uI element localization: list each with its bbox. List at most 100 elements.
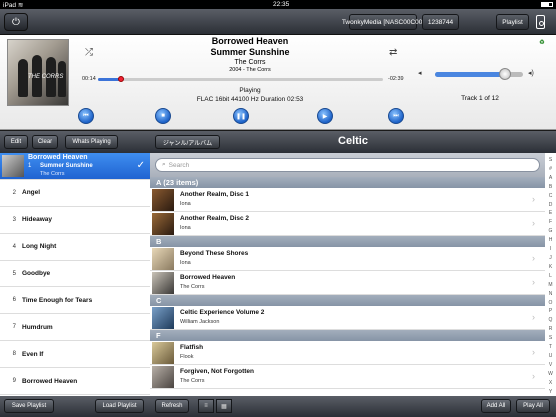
- album-row[interactable]: Borrowed Heaven The Corrs ›: [150, 271, 545, 295]
- browser-header: ジャンル/アルバム Celtic: [150, 131, 556, 153]
- next-button[interactable]: ⏭: [388, 108, 404, 124]
- now-playing-panel: THE CORRS ⤮ Borrowed Heaven Summer Sunsh…: [0, 35, 556, 130]
- section-header: B: [150, 236, 545, 247]
- load-playlist-button[interactable]: Load Playlist: [95, 399, 144, 413]
- index-letter[interactable]: M: [545, 281, 556, 290]
- progress-knob[interactable]: [117, 76, 124, 82]
- playlist-item[interactable]: 2 Angel: [0, 180, 150, 207]
- index-letter[interactable]: C: [545, 192, 556, 201]
- list-view-icon: ≡: [204, 403, 208, 409]
- index-letter[interactable]: S: [545, 334, 556, 343]
- index-letter[interactable]: G: [545, 227, 556, 236]
- album-thumbnail: [152, 272, 174, 294]
- browser-bottom-bar: Refresh ≡ ▦ Add All Play All: [150, 396, 556, 417]
- save-playlist-button[interactable]: Save Playlist: [4, 399, 54, 413]
- album-title: Celtic Experience Volume 2: [180, 309, 265, 316]
- chevron-right-icon: ›: [532, 253, 535, 263]
- track-title: Even If: [22, 350, 44, 358]
- edit-button[interactable]: Edit: [4, 135, 28, 149]
- index-letter[interactable]: R: [545, 325, 556, 334]
- pause-button[interactable]: ❚❚: [233, 108, 249, 124]
- refresh-button[interactable]: Refresh: [155, 399, 189, 413]
- remote-device-icon[interactable]: [536, 15, 545, 29]
- whats-playing-button[interactable]: Whats Playing: [65, 135, 118, 149]
- playlist-toolbar: Edit Clear Whats Playing: [0, 131, 150, 153]
- playlist-item[interactable]: 6 Time Enough for Tears: [0, 287, 150, 315]
- album-title: Beyond These Shores: [180, 250, 249, 257]
- track-number: 9: [12, 378, 16, 385]
- album-row[interactable]: Another Realm, Disc 2 Iona ›: [150, 212, 545, 236]
- album-row[interactable]: Celtic Experience Volume 2 William Jacks…: [150, 306, 545, 330]
- volume-knob[interactable]: [499, 68, 512, 80]
- wifi-icon: ≋: [17, 1, 24, 9]
- playlist-item[interactable]: 9 Borrowed Heaven: [0, 368, 150, 396]
- index-letter[interactable]: V: [545, 361, 556, 370]
- grid-view-button[interactable]: ▦: [216, 399, 232, 413]
- play-all-button[interactable]: Play All: [516, 399, 550, 413]
- playlist-button[interactable]: Playlist: [496, 14, 529, 30]
- album-title: Borrowed Heaven: [180, 274, 236, 281]
- alphabet-index[interactable]: S#ABCDEFGHIJKLMNOPQRSTUVWXYZ: [545, 153, 556, 403]
- playlist-bottom-bar: Save Playlist Load Playlist: [0, 396, 150, 417]
- index-letter[interactable]: D: [545, 201, 556, 210]
- album-thumbnail: [2, 155, 24, 177]
- status-bar: iPad ≋ 22:35: [0, 0, 556, 9]
- stop-button[interactable]: ■: [155, 108, 171, 124]
- previous-button[interactable]: ⏮: [78, 108, 94, 124]
- album-artist: The Corrs: [180, 378, 205, 384]
- active-num: 1: [28, 163, 32, 169]
- index-letter[interactable]: E: [545, 209, 556, 218]
- index-letter[interactable]: X: [545, 379, 556, 388]
- album-row[interactable]: Beyond These Shores Iona ›: [150, 247, 545, 271]
- repeat-icon[interactable]: ⇄: [389, 47, 397, 58]
- album-row[interactable]: Another Realm, Disc 1 Iona ›: [150, 188, 545, 212]
- playlist-item[interactable]: 3 Hideaway: [0, 207, 150, 234]
- album-row[interactable]: Forgiven, Not Forgotten The Corrs ›: [150, 365, 545, 389]
- progress-slider[interactable]: [98, 76, 383, 82]
- volume-slider[interactable]: [435, 68, 523, 80]
- index-letter[interactable]: I: [545, 245, 556, 254]
- search-input[interactable]: ⌕ Search: [155, 158, 540, 172]
- server-button[interactable]: TwonkyMedia [NASC00C00]: [342, 14, 424, 30]
- index-letter[interactable]: #: [545, 165, 556, 174]
- renderer-button[interactable]: 1238744: [422, 14, 459, 30]
- index-letter[interactable]: N: [545, 290, 556, 299]
- play-button[interactable]: ▶: [317, 108, 333, 124]
- index-letter[interactable]: O: [545, 299, 556, 308]
- track-number: 8: [12, 351, 16, 358]
- index-letter[interactable]: A: [545, 174, 556, 183]
- track-info: Track 1 of 12: [461, 95, 499, 102]
- index-letter[interactable]: P: [545, 307, 556, 316]
- index-letter[interactable]: F: [545, 218, 556, 227]
- index-letter[interactable]: B: [545, 183, 556, 192]
- track-number: 3: [12, 216, 16, 223]
- index-letter[interactable]: H: [545, 236, 556, 245]
- album-row[interactable]: Flatfish Flook ›: [150, 341, 545, 365]
- playlist-item[interactable]: 7 Humdrum: [0, 314, 150, 342]
- chevron-right-icon: ›: [532, 312, 535, 322]
- volume-high-icon: ◂): [528, 70, 534, 77]
- playlist-item[interactable]: 5 Goodbye: [0, 261, 150, 288]
- index-letter[interactable]: U: [545, 352, 556, 361]
- index-letter[interactable]: W: [545, 370, 556, 379]
- power-button[interactable]: ⏻: [4, 13, 28, 31]
- playlist-item-active[interactable]: Borrowed Heaven 1 Summer Sunshine The Co…: [0, 153, 150, 180]
- clear-button[interactable]: Clear: [32, 135, 58, 149]
- add-all-button[interactable]: Add All: [481, 399, 511, 413]
- list-view-button[interactable]: ≡: [198, 399, 214, 413]
- index-letter[interactable]: S: [545, 156, 556, 165]
- format-info: FLAC 16bit 44100 Hz Duration 02:53: [196, 96, 304, 103]
- track-title: Goodbye: [22, 270, 51, 277]
- index-letter[interactable]: K: [545, 263, 556, 272]
- index-letter[interactable]: T: [545, 343, 556, 352]
- index-letter[interactable]: J: [545, 254, 556, 263]
- album-art[interactable]: THE CORRS: [7, 39, 69, 106]
- top-toolbar: ⏻ TwonkyMedia [NASC00C00] 1238744 Playli…: [0, 9, 556, 35]
- playlist-item[interactable]: 8 Even If: [0, 341, 150, 369]
- index-letter[interactable]: L: [545, 272, 556, 281]
- playlist-item[interactable]: 4 Long Night: [0, 234, 150, 261]
- shuffle-icon[interactable]: ⤮: [85, 47, 93, 58]
- index-letter[interactable]: Q: [545, 316, 556, 325]
- status-time: 22:35: [273, 1, 290, 8]
- active-title: Summer Sunshine: [40, 163, 93, 169]
